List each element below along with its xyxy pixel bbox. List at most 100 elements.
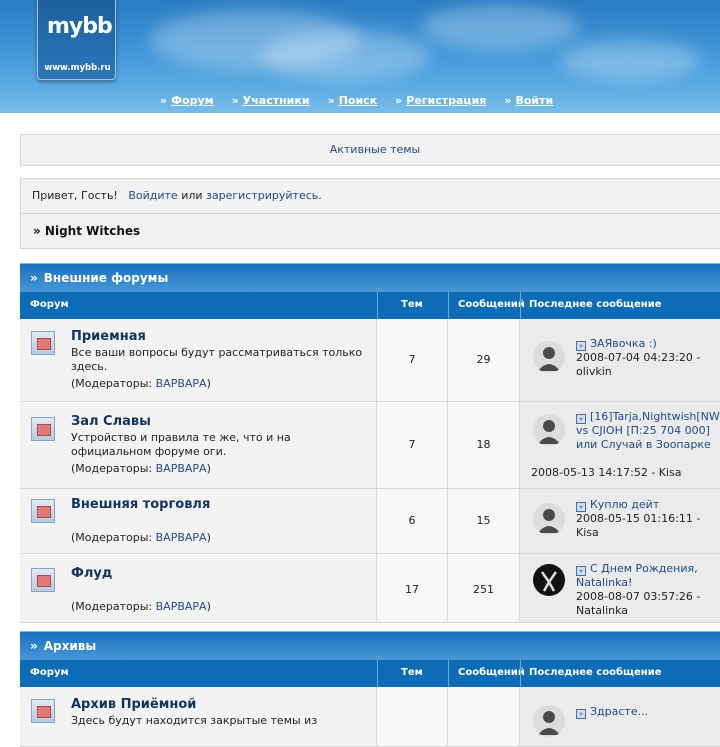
col-last-post: Последнее сообщение [529, 299, 662, 310]
nav-item-forum[interactable]: » Форум [160, 94, 214, 107]
post-icon: » [576, 566, 586, 576]
greeting-line: Привет, Гость! Войдите или зарегистрируй… [32, 189, 322, 202]
forum-status-icon [31, 568, 55, 592]
double-chevron-icon: » [30, 639, 38, 653]
forum-status-icon [31, 499, 55, 523]
nav-link-register[interactable]: Регистрация [406, 94, 486, 107]
col-forum: Форум [30, 299, 69, 310]
post-icon: » [576, 709, 586, 719]
breadcrumb[interactable]: » Night Witches [33, 224, 140, 238]
forum-row: Архив Приёмной Здесь будут находится зак… [20, 687, 720, 747]
double-chevron-icon: » [160, 94, 167, 107]
column-header-row: Форум Тем Сообщений Последнее сообщение [20, 660, 720, 687]
last-post-link[interactable]: Куплю дейт [590, 498, 659, 511]
user-avatar-icon[interactable] [533, 341, 565, 373]
forum-name[interactable]: Флуд [71, 566, 112, 581]
forum-name[interactable]: Приемная [71, 329, 146, 344]
forum-status-icon [31, 331, 55, 355]
category-header[interactable]: » Внешние форумы [20, 263, 720, 292]
last-post-link[interactable]: ЗАЯвочка :) [590, 337, 657, 350]
post-count: 251 [473, 583, 494, 596]
nav-item-login[interactable]: » Войти [504, 94, 553, 107]
greeting-or: или [181, 189, 203, 202]
forum-moderators: (Модераторы: ВАРВАРА) [71, 377, 211, 390]
forum-row: Зал Славы Устройство и правила те же, чт… [20, 402, 720, 489]
logo-url: www.mybb.ru [44, 63, 111, 73]
category-archives: » Архивы Форум Тем Сообщений Последнее с… [20, 631, 720, 747]
category-title: Внешние форумы [43, 271, 169, 285]
forum-moderators: (Модераторы: ВАРВАРА) [71, 531, 211, 544]
forum-name[interactable]: Внешняя торговля [71, 497, 210, 512]
divider [21, 213, 720, 214]
forum-row: Внешняя торговля (Модераторы: ВАРВАРА) 6… [20, 489, 720, 554]
col-topics: Тем [401, 667, 423, 678]
forum-row: Приемная Все ваши вопросы будут рассматр… [20, 319, 720, 402]
last-post-link[interactable]: [16]Tarja,Nightwish[NW] vs CJIOH [П:25 7… [576, 410, 720, 451]
topic-count: 7 [408, 353, 416, 366]
nav-link-members[interactable]: Участники [243, 94, 310, 107]
post-count: 15 [476, 514, 491, 527]
site-logo[interactable]: mybb www.mybb.ru [37, 0, 116, 80]
col-posts: Сообщений [458, 299, 525, 310]
last-post-link[interactable]: С Днем Рождения, Natalinka! [576, 562, 698, 589]
greeting-box: Привет, Гость! Войдите или зарегистрируй… [20, 178, 720, 249]
user-avatar-icon[interactable] [533, 564, 565, 596]
nav-link-login[interactable]: Войти [515, 94, 553, 107]
last-post-meta: 2008-08-07 03:57:26 - Natalinka [576, 590, 701, 617]
category-header[interactable]: » Архивы [20, 631, 720, 660]
forum-name[interactable]: Зал Славы [71, 414, 151, 429]
user-avatar-icon[interactable] [533, 705, 565, 737]
last-post-meta: 2008-05-13 14:17:52 - Kisa [531, 466, 682, 479]
active-topics-link[interactable]: Активные темы [330, 143, 421, 156]
last-post: » С Днем Рождения, Natalinka! 2008-08-07 … [576, 562, 720, 618]
main-nav: » Форум » Участники » Поиск » Регистраци… [160, 94, 571, 107]
user-avatar-icon[interactable] [533, 503, 565, 535]
double-chevron-icon: » [30, 271, 38, 285]
double-chevron-icon: » [395, 94, 402, 107]
nav-item-members[interactable]: » Участники [232, 94, 310, 107]
col-last-post: Последнее сообщение [529, 667, 662, 678]
site-header: mybb www.mybb.ru » Форум » Участники » П… [0, 0, 720, 113]
nav-item-search[interactable]: » Поиск [328, 94, 378, 107]
last-post-meta: 2008-07-04 04:23:20 - olivkin [576, 351, 701, 378]
last-post: » [16]Tarja,Nightwish[NW] vs CJIOH [П:25 … [576, 410, 720, 452]
post-count: 18 [476, 438, 491, 451]
post-count: 29 [476, 353, 491, 366]
last-post: » Куплю дейт 2008-05-15 01:16:11 - Kisa [576, 498, 720, 540]
topic-count: 17 [405, 583, 419, 596]
moderator-link[interactable]: ВАРВАРА [156, 377, 207, 390]
col-topics: Тем [401, 299, 423, 310]
forum-description: Здесь будут находится закрытые темы из [71, 714, 318, 727]
double-chevron-icon: » [231, 94, 239, 107]
category-external-forums: » Внешние форумы Форум Тем Сообщений Пос… [20, 263, 720, 623]
moderator-link[interactable]: ВАРВАРА [156, 462, 207, 475]
nav-link-search[interactable]: Поиск [339, 94, 377, 107]
forum-description: Устройство и правила те же, что и на офи… [71, 431, 291, 458]
last-post: » ЗАЯвочка :) 2008-07-04 04:23:20 - olivk… [576, 337, 720, 379]
nav-item-register[interactable]: » Регистрация [395, 94, 486, 107]
column-header-row: Форум Тем Сообщений Последнее сообщение [20, 292, 720, 319]
nav-link-forum[interactable]: Форум [171, 94, 214, 107]
forum-name[interactable]: Архив Приёмной [71, 697, 196, 712]
last-post-meta: 2008-05-15 01:16:11 - Kisa [576, 512, 701, 539]
last-post-link[interactable]: Здрасте... [590, 705, 648, 718]
register-link[interactable]: зарегистрируйтесь [206, 189, 318, 202]
user-avatar-icon[interactable] [533, 414, 565, 446]
forum-status-icon [31, 417, 55, 441]
greeting-end: . [318, 189, 322, 202]
active-topics-bar: Активные темы [20, 134, 720, 166]
topic-count: 7 [408, 438, 416, 451]
last-post: » Здрасте... [576, 705, 720, 719]
post-icon: » [576, 502, 586, 512]
moderator-link[interactable]: ВАРВАРА [156, 531, 207, 544]
col-forum: Форум [30, 667, 69, 678]
post-icon: » [576, 341, 586, 351]
post-icon: » [576, 414, 586, 424]
moderator-link[interactable]: ВАРВАРА [156, 600, 207, 613]
double-chevron-icon: » [327, 94, 335, 107]
greeting-text: Привет, Гость! [32, 189, 118, 202]
forum-status-icon [31, 699, 55, 723]
topic-count: 6 [408, 514, 416, 527]
login-link[interactable]: Войдите [128, 189, 177, 202]
forum-moderators: (Модераторы: ВАРВАРА) [71, 600, 211, 613]
